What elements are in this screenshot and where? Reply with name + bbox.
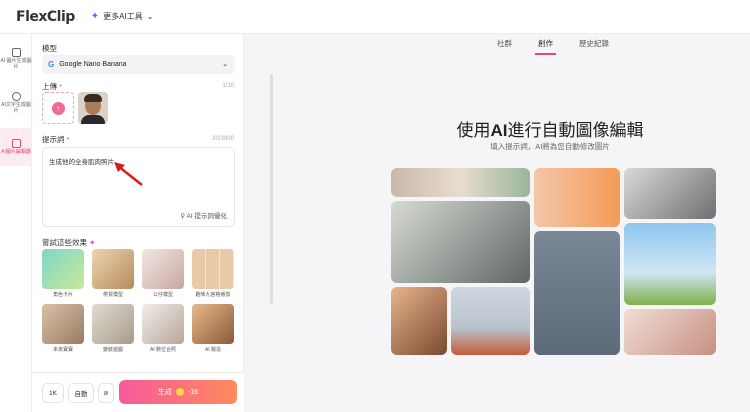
tab-create[interactable]: 創作 bbox=[535, 38, 556, 55]
effect-card[interactable]: 公仔模型 bbox=[142, 249, 184, 299]
aspect-auto-button[interactable]: 自動 bbox=[68, 383, 94, 403]
collage-tshirt-image bbox=[534, 168, 620, 227]
generate-button[interactable]: 生成 -16 bbox=[119, 380, 237, 404]
more-ai-tools-menu[interactable]: ✦ 更多AI工具 ⌄ bbox=[91, 11, 154, 22]
rail-label: AI 圖片生成圖片 bbox=[0, 57, 32, 70]
generate-bar: 1K 自動 ⊘ 生成 -16 bbox=[32, 372, 244, 412]
no-watermark-icon[interactable]: ⊘ bbox=[98, 383, 114, 403]
collage-sneaker-image bbox=[451, 287, 530, 355]
prompt-label: 提示詞 * bbox=[42, 135, 70, 144]
prompt-count: 20/3000 bbox=[212, 136, 234, 142]
collage-man-image bbox=[534, 231, 620, 355]
hero-title: 使用AI進行自動圖像編輯 bbox=[456, 121, 644, 140]
effect-card[interactable]: 趣味九宮格番茄 bbox=[192, 249, 234, 299]
google-icon: G bbox=[48, 60, 55, 69]
model-value: Google Nano Banana bbox=[59, 61, 127, 68]
rail-label: AI圖片編輯器 bbox=[1, 148, 31, 155]
prompt-text: 生成他的全身肌肉照片 bbox=[49, 159, 114, 166]
model-select[interactable]: G Google Nano Banana ⌄ bbox=[42, 55, 235, 74]
rail-item-image-to-image[interactable]: AI 圖片生成圖片 bbox=[0, 40, 32, 78]
tab-history[interactable]: 歷史紀錄 bbox=[579, 38, 609, 55]
rail-item-text-to-image[interactable]: AI文字生成圖片 bbox=[0, 84, 32, 122]
model-label: 模型 bbox=[42, 44, 57, 53]
ai-tools-label: 更多AI工具 bbox=[103, 12, 143, 21]
collage-car-image bbox=[391, 201, 530, 283]
effects-label: 嘗試這些效果 ✦ bbox=[42, 238, 96, 247]
upload-button[interactable]: ↑ bbox=[42, 92, 74, 124]
resolution-button[interactable]: 1K bbox=[42, 383, 64, 403]
effect-card[interactable]: 變裝遊戲 bbox=[92, 304, 134, 354]
collage-woman-image bbox=[624, 309, 716, 355]
text-image-icon bbox=[11, 91, 21, 101]
credit-coin-icon bbox=[175, 388, 184, 396]
image-stack-icon bbox=[11, 47, 21, 57]
sparkle-icon: ✦ bbox=[90, 11, 100, 22]
settings-panel: 模型 G Google Nano Banana ⌄ 上傳 * 1/10 ↑ 提示… bbox=[32, 34, 273, 412]
uploaded-image-thumbnail[interactable] bbox=[78, 92, 108, 124]
main-tabs: 社群 創作 歷史紀錄 bbox=[497, 38, 609, 55]
hero-subtitle: 填入提示詞，AI將為您自動修改圖片 bbox=[490, 142, 610, 151]
effect-card[interactable]: AI 數位合照 bbox=[142, 304, 184, 354]
tab-community[interactable]: 社群 bbox=[497, 38, 512, 55]
red-arrow-annotation bbox=[114, 162, 143, 186]
chevron-down-icon: ⌄ bbox=[222, 61, 228, 68]
upload-label: 上傳 * bbox=[42, 82, 63, 91]
upload-icon: ↑ bbox=[51, 101, 65, 115]
collage-couple-image bbox=[391, 287, 447, 355]
panel-scrollbar[interactable] bbox=[270, 74, 273, 304]
effect-card[interactable]: 帶貨模型 bbox=[92, 249, 134, 299]
rail-label: AI文字生成圖片 bbox=[1, 101, 31, 114]
left-rail: AI 圖片生成圖片 AI文字生成圖片 AI圖片編輯器 bbox=[0, 34, 32, 412]
collage-room-image bbox=[391, 168, 530, 197]
effect-card[interactable]: 角色卡片 bbox=[42, 249, 84, 299]
upload-count: 1/10 bbox=[222, 83, 234, 89]
top-bar: FlexClip ✦ 更多AI工具 ⌄ bbox=[0, 0, 750, 34]
collage-tree-image bbox=[624, 223, 716, 305]
flexclip-logo[interactable]: FlexClip bbox=[16, 9, 75, 25]
rail-item-image-editor[interactable]: AI圖片編輯器 bbox=[0, 128, 32, 166]
effect-card[interactable]: 未來寶寶 bbox=[42, 304, 84, 354]
effect-card[interactable]: AI 擬造 bbox=[192, 304, 234, 354]
collage-bw-image bbox=[624, 168, 716, 219]
edit-image-icon bbox=[11, 138, 21, 148]
chevron-down-icon: ⌄ bbox=[146, 12, 154, 21]
ai-prompt-optimize-button[interactable]: ⚲ AI 提示詞優化 bbox=[180, 210, 227, 220]
